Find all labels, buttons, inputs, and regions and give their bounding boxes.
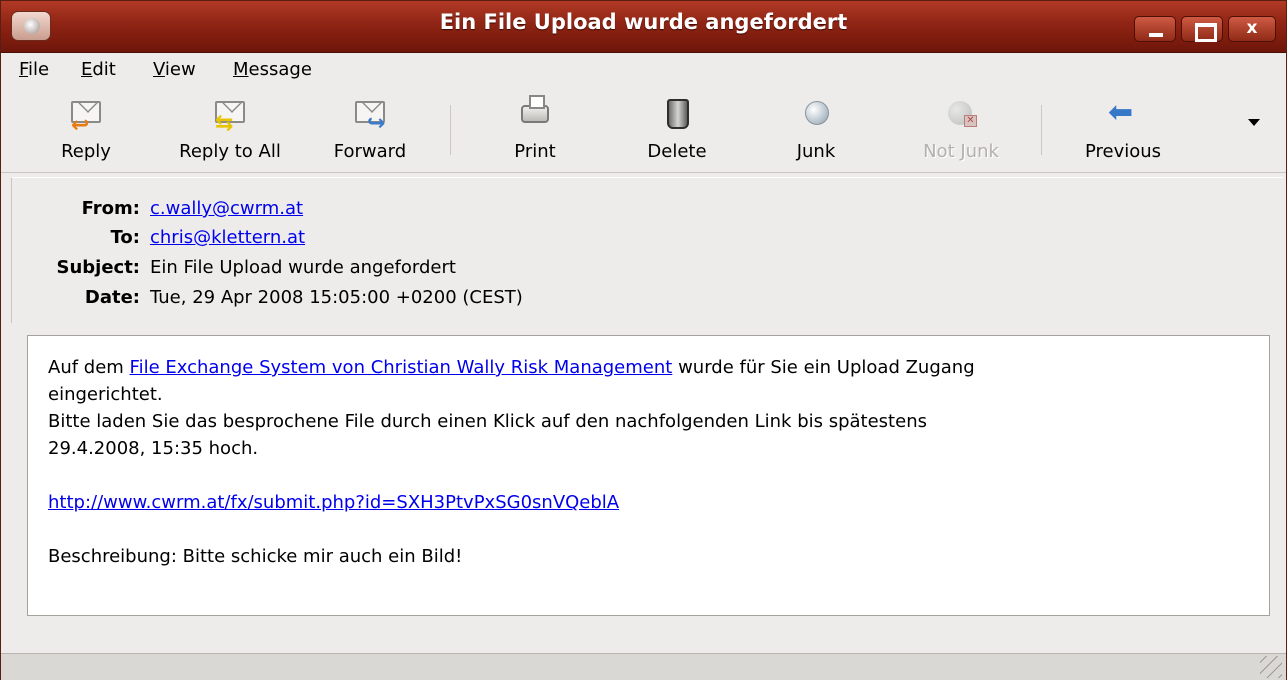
printer-icon	[518, 95, 552, 129]
print-label: Print	[514, 141, 556, 162]
to-label: To:	[110, 227, 140, 248]
minimize-button[interactable]	[1134, 16, 1176, 42]
body-paragraph: Auf dem File Exchange System von Christi…	[48, 357, 975, 378]
reply-all-icon: ⇆	[213, 97, 247, 136]
reply-all-button[interactable]: ⇆ Reply to All	[165, 97, 295, 169]
menu-file[interactable]: File	[19, 59, 49, 80]
subject-label: Subject:	[56, 257, 140, 278]
reply-all-label: Reply to All	[179, 141, 281, 162]
close-button[interactable]: x	[1228, 16, 1276, 42]
message-body[interactable]: Auf dem File Exchange System von Christi…	[27, 335, 1270, 616]
not-junk-label: Not Junk	[923, 141, 999, 162]
forward-button[interactable]: ↪ Forward	[321, 97, 419, 169]
mail-window: Ein File Upload wurde angefordert x File…	[0, 0, 1287, 680]
upload-link[interactable]: http://www.cwrm.at/fx/submit.php?id=SXH3…	[48, 492, 619, 513]
previous-label: Previous	[1084, 141, 1162, 162]
body-line: Bitte laden Sie das besprochene File dur…	[48, 411, 927, 432]
to-address-link[interactable]: chris@klettern.at	[150, 227, 305, 248]
subject-value: Ein File Upload wurde angefordert	[150, 257, 456, 278]
toolbar-separator	[450, 105, 451, 155]
from-address-link[interactable]: c.wally@cwrm.at	[150, 198, 303, 219]
maximize-button[interactable]	[1181, 16, 1223, 42]
description-line: Beschreibung: Bitte schicke mir auch ein…	[48, 546, 463, 567]
junk-button[interactable]: Junk	[785, 97, 847, 169]
left-arrow-icon: ⬅	[1108, 95, 1134, 130]
toolbar-overflow-chevron-icon[interactable]	[1248, 119, 1260, 126]
trash-icon	[660, 97, 694, 129]
message-headers: From: c.wally@cwrm.at To: chris@klettern…	[11, 177, 1283, 323]
date-label: Date:	[84, 287, 140, 308]
forward-icon: ↪	[353, 97, 387, 136]
reply-label: Reply	[61, 141, 111, 162]
close-icon: x	[1246, 18, 1258, 38]
file-exchange-link[interactable]: File Exchange System von Christian Wally…	[130, 357, 673, 378]
menu-edit[interactable]: Edit	[81, 59, 116, 80]
menu-bar: File Edit View Message	[1, 53, 1286, 89]
toolbar-separator	[1041, 105, 1042, 155]
forward-label: Forward	[333, 141, 407, 162]
status-bar	[1, 653, 1286, 680]
window-title: Ein File Upload wurde angefordert	[439, 10, 848, 34]
body-line: eingerichtet.	[48, 384, 163, 405]
resize-grip-icon[interactable]	[1260, 656, 1282, 678]
message-text: Auf dem File Exchange System von Christi…	[48, 354, 1238, 570]
reply-button[interactable]: ↩ Reply	[53, 97, 119, 169]
not-junk-button[interactable]: ✕ Not Junk	[909, 97, 1013, 169]
body-line: 29.4.2008, 15:35 hoch.	[48, 438, 259, 459]
menu-view[interactable]: View	[153, 59, 196, 80]
toolbar: ↩ Reply ⇆ Reply to All ↪ Forward Print D…	[1, 89, 1286, 173]
title-bar[interactable]: Ein File Upload wurde angefordert x	[1, 1, 1286, 53]
junk-icon	[799, 97, 833, 129]
not-junk-icon: ✕	[944, 97, 978, 129]
menu-message[interactable]: Message	[233, 59, 312, 80]
junk-label: Junk	[796, 141, 836, 162]
reply-icon: ↩	[69, 97, 103, 138]
date-value: Tue, 29 Apr 2008 15:05:00 +0200 (CEST)	[150, 287, 523, 308]
previous-button[interactable]: ⬅ Previous	[1071, 97, 1175, 169]
print-button[interactable]: Print	[501, 95, 569, 169]
delete-button[interactable]: Delete	[635, 97, 719, 169]
from-label: From:	[81, 198, 140, 219]
delete-label: Delete	[647, 141, 707, 162]
